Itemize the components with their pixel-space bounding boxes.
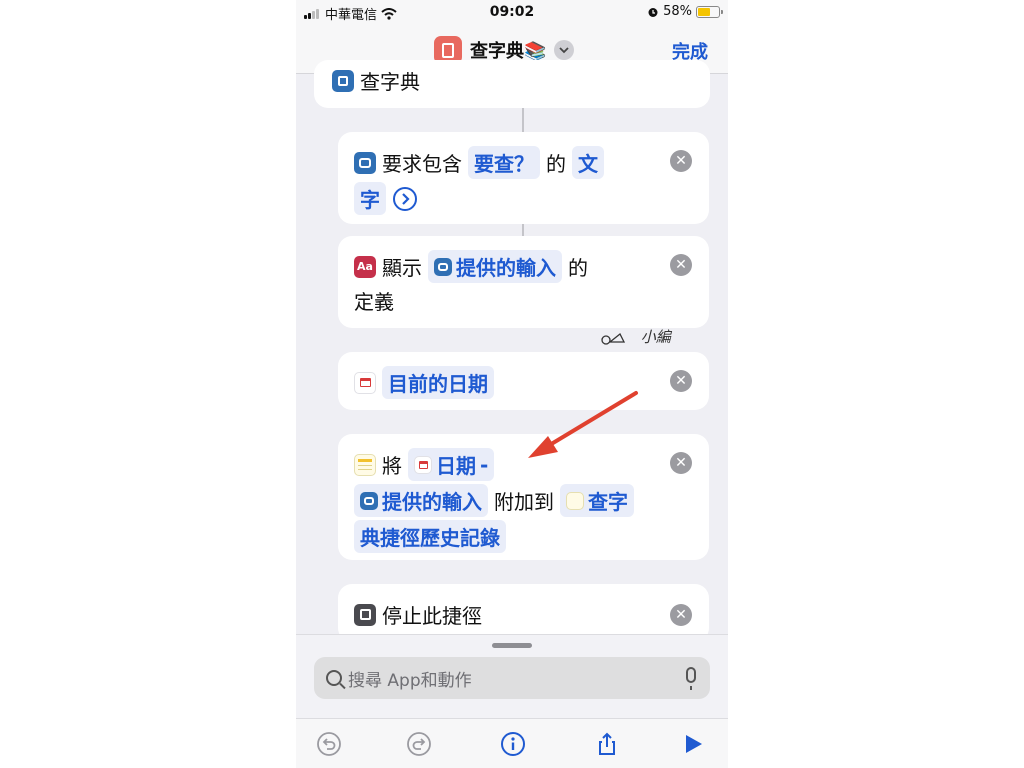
- sheet-grabber[interactable]: [492, 643, 532, 648]
- redo-icon: [407, 732, 431, 756]
- undo-icon: [317, 732, 341, 756]
- info-icon: [501, 732, 525, 756]
- play-icon: [686, 735, 702, 753]
- redo-button[interactable]: [406, 731, 432, 757]
- phone-screen: 中華電信 09:02 58% 查字典📚 完成 查字典 要求包含 要查？ 的 文 …: [296, 0, 728, 768]
- search-placeholder: 搜尋 App和動作: [348, 670, 472, 691]
- share-icon: [599, 732, 615, 755]
- undo-button[interactable]: [316, 731, 342, 757]
- editor-toolbar: [296, 718, 728, 768]
- info-button[interactable]: [500, 731, 526, 757]
- share-button[interactable]: [594, 731, 620, 757]
- action-search-sheet: 搜尋 App和動作: [296, 634, 728, 718]
- run-button[interactable]: [680, 731, 706, 757]
- microphone-icon[interactable]: [686, 667, 696, 690]
- search-field[interactable]: 搜尋 App和動作: [314, 657, 710, 699]
- search-icon: [326, 670, 342, 686]
